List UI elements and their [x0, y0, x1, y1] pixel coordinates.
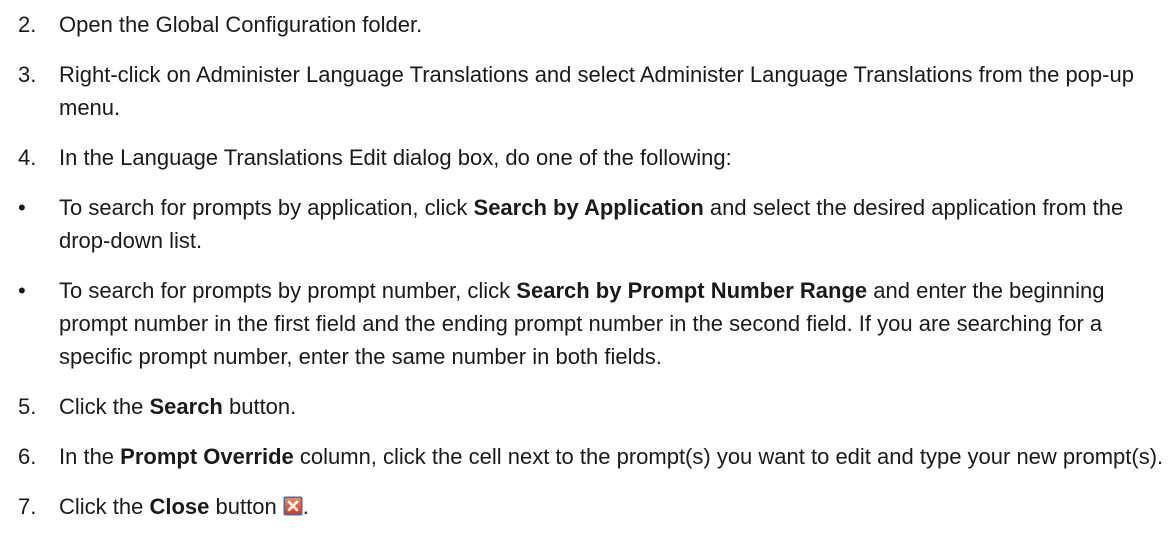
text-run: column, click the cell next to the promp…	[293, 444, 1164, 469]
step-number: 5.	[18, 394, 37, 419]
step-text: Open the Global Configuration folder.	[59, 12, 423, 37]
ui-label-search-by-application: Search by Application	[473, 195, 704, 220]
text-run: Click the	[59, 494, 150, 519]
text-run: To search for prompts by prompt number, …	[59, 278, 517, 303]
text-run: .	[302, 494, 309, 519]
text-run: To search for prompts by application, cl…	[59, 195, 474, 220]
document-page: 2. Open the Global Configuration folder.…	[0, 0, 1173, 534]
step-text: Click the Search button.	[59, 390, 1165, 423]
text-run: Click the	[59, 394, 150, 419]
step-text: Click the Close button .	[59, 490, 1165, 523]
bullet-text: To search for prompts by prompt number, …	[59, 274, 1165, 373]
step-number: 7.	[18, 494, 37, 519]
step-number: 6.	[18, 444, 37, 469]
step-text: In the Prompt Override column, click the…	[59, 440, 1165, 473]
bullet-text: To search for prompts by application, cl…	[59, 191, 1165, 257]
step-number: 3.	[18, 62, 37, 87]
step-number: 2.	[18, 12, 37, 37]
ui-label-prompt-override: Prompt Override	[120, 444, 294, 469]
step-number: 4.	[18, 145, 37, 170]
ui-label-search-by-prompt-number-range: Search by Prompt Number Range	[516, 278, 868, 303]
step-text: In the Language Translations Edit dialog…	[59, 145, 732, 170]
text-run: button.	[222, 394, 297, 419]
bullet-marker: •	[18, 278, 26, 303]
close-icon	[283, 492, 303, 516]
bullet-marker: •	[18, 195, 26, 220]
ui-label-close: Close	[149, 494, 210, 519]
text-run: button	[209, 494, 277, 519]
text-run: In the	[59, 444, 121, 469]
step-text: Right-click on Administer Language Trans…	[59, 62, 1134, 120]
ui-label-search: Search	[149, 394, 223, 419]
